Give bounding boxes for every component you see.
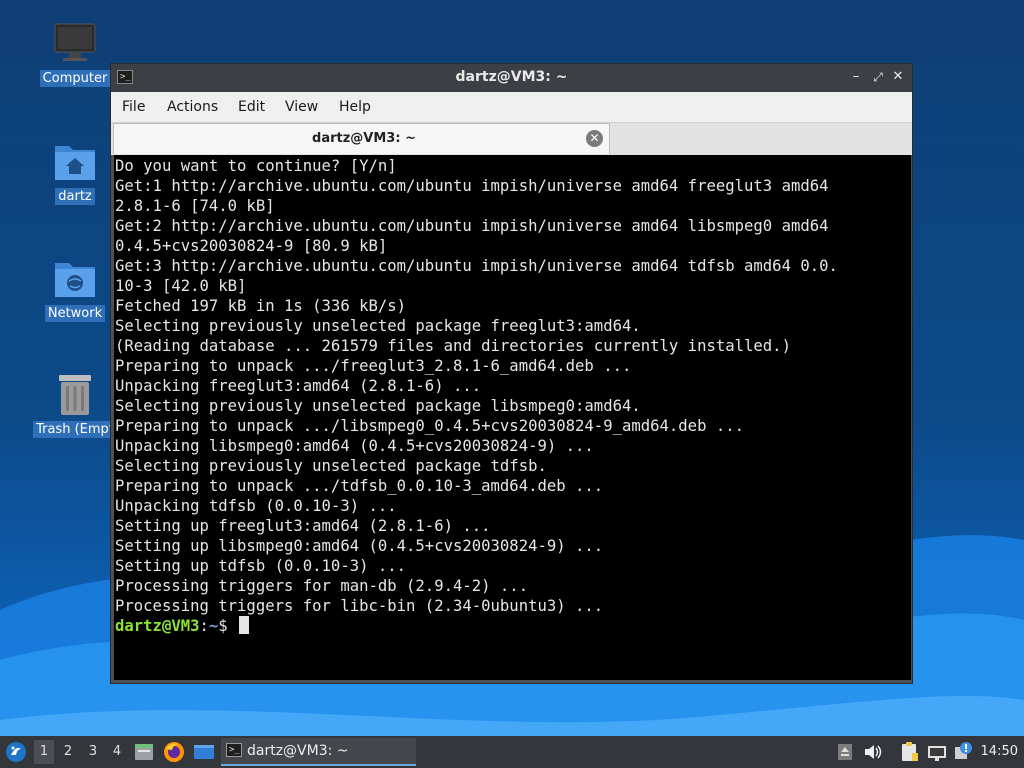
terminal-line: 10-3 [42.0 kB] [115, 277, 247, 295]
terminal-line: Preparing to unpack .../libsmpeg0_0.4.5+… [115, 417, 745, 435]
terminal-output[interactable]: Do you want to continue? [Y/n] Get:1 http… [114, 155, 911, 680]
firefox-icon[interactable] [163, 741, 185, 763]
terminal-window[interactable]: >_ dartz@VM3: ~ – ⤢ ✕ File Actions Edit … [110, 63, 913, 684]
network-status-icon[interactable] [926, 741, 948, 763]
terminal-line: Preparing to unpack .../freeglut3_2.8.1-… [115, 357, 632, 375]
terminal-line: Unpacking freeglut3:amd64 (2.8.1-6) ... [115, 377, 482, 395]
workspace-2[interactable]: 2 [58, 744, 78, 759]
prompt-path: ~ [208, 617, 219, 635]
terminal-line: Setting up freeglut3:amd64 (2.8.1-6) ... [115, 517, 491, 535]
task-label: dartz@VM3: ~ [247, 743, 349, 759]
notification-icon[interactable] [952, 741, 974, 763]
maximize-button[interactable]: ⤢ [870, 69, 886, 85]
terminal-line: Selecting previously unselected package … [115, 457, 547, 475]
window-title: dartz@VM3: ~ [455, 69, 568, 85]
menu-help[interactable]: Help [339, 99, 371, 115]
terminal-line: Unpacking libsmpeg0:amd64 (0.4.5+cvs2003… [115, 437, 594, 455]
eject-icon[interactable] [834, 741, 856, 763]
prompt-colon: : [199, 617, 209, 635]
close-button[interactable]: ✕ [890, 69, 906, 85]
desktop-icon-label: Network [44, 305, 106, 322]
terminal-line: Do you want to continue? [Y/n] [115, 157, 397, 175]
tab-label: dartz@VM3: ~ [312, 131, 416, 146]
terminal-line: Setting up tdfsb (0.0.10-3) ... [115, 557, 407, 575]
menu-actions[interactable]: Actions [167, 99, 218, 115]
terminal-line: Processing triggers for man-db (2.9.4-2)… [115, 577, 529, 595]
terminal-line: Preparing to unpack .../tdfsb_0.0.10-3_a… [115, 477, 604, 495]
desktop-icon-trash[interactable]: Trash (Empt [33, 373, 117, 442]
taskbar: 1 2 3 4 >_ dartz@VM3: ~ 14:50 [0, 736, 1024, 768]
prompt-symbol: $ [218, 617, 238, 635]
desktop-icon-home-folder[interactable]: dartz [33, 140, 117, 209]
workspace-4[interactable]: 4 [107, 744, 127, 759]
terminal-line: Get:3 http://archive.ubuntu.com/ubuntu i… [115, 257, 838, 275]
menu-view[interactable]: View [285, 99, 318, 115]
computer-icon [51, 22, 99, 66]
clock[interactable]: 14:50 [981, 744, 1018, 759]
prompt-user-host: dartz@VM3 [115, 617, 200, 635]
trash-icon [51, 373, 99, 417]
minimize-button[interactable]: – [848, 69, 864, 85]
terminal-line: Get:2 http://archive.ubuntu.com/ubuntu i… [115, 217, 829, 235]
tab-close-icon[interactable]: ✕ [586, 130, 603, 147]
desktop-icon-label: Computer [39, 70, 111, 87]
terminal-line: Selecting previously unselected package … [115, 397, 641, 415]
desktop-icon-network[interactable]: Network [33, 257, 117, 326]
menubar: File Actions Edit View Help [111, 92, 912, 123]
terminal-prompt: dartz@VM3:~$ [114, 616, 911, 636]
window-titlebar[interactable]: >_ dartz@VM3: ~ – ⤢ ✕ [111, 64, 912, 92]
taskbar-task-terminal[interactable]: >_ dartz@VM3: ~ [221, 738, 416, 766]
file-manager-icon[interactable] [133, 741, 155, 763]
terminal-line: Processing triggers for libc-bin (2.34-0… [115, 597, 604, 615]
clipboard-icon[interactable] [898, 741, 920, 763]
volume-icon[interactable] [862, 741, 884, 763]
tab-bar: dartz@VM3: ~ ✕ [111, 123, 912, 155]
home-folder-icon [51, 140, 99, 184]
terminal-line: 2.8.1-6 [74.0 kB] [115, 197, 275, 215]
terminal-line: Unpacking tdfsb (0.0.10-3) ... [115, 497, 397, 515]
desktop-icon-label: Trash (Empt [33, 421, 117, 438]
terminal-line: Setting up libsmpeg0:amd64 (0.4.5+cvs200… [115, 537, 604, 555]
start-menu-icon[interactable] [5, 741, 27, 763]
workspace-1[interactable]: 1 [34, 740, 54, 764]
network-folder-icon [51, 257, 99, 301]
menu-edit[interactable]: Edit [238, 99, 265, 115]
desktop-icon-label: dartz [55, 188, 95, 205]
terminal-line: Selecting previously unselected package … [115, 317, 641, 335]
text-cursor [239, 616, 250, 634]
terminal-app-icon: >_ [226, 743, 242, 757]
terminal-line: Fetched 197 kB in 1s (336 kB/s) [115, 297, 407, 315]
tab-terminal[interactable]: dartz@VM3: ~ ✕ [113, 123, 610, 154]
menu-file[interactable]: File [122, 99, 145, 115]
terminal-line: (Reading database ... 261579 files and d… [115, 337, 791, 355]
desktop-icon-computer[interactable]: Computer [33, 22, 117, 91]
terminal-lines: Do you want to continue? [Y/n] Get:1 http… [114, 155, 911, 616]
terminal-line: 0.4.5+cvs20030824-9 [80.9 kB] [115, 237, 388, 255]
workspace-3[interactable]: 3 [83, 744, 103, 759]
terminal-line: Get:1 http://archive.ubuntu.com/ubuntu i… [115, 177, 829, 195]
desktop-show-icon[interactable] [193, 741, 215, 763]
